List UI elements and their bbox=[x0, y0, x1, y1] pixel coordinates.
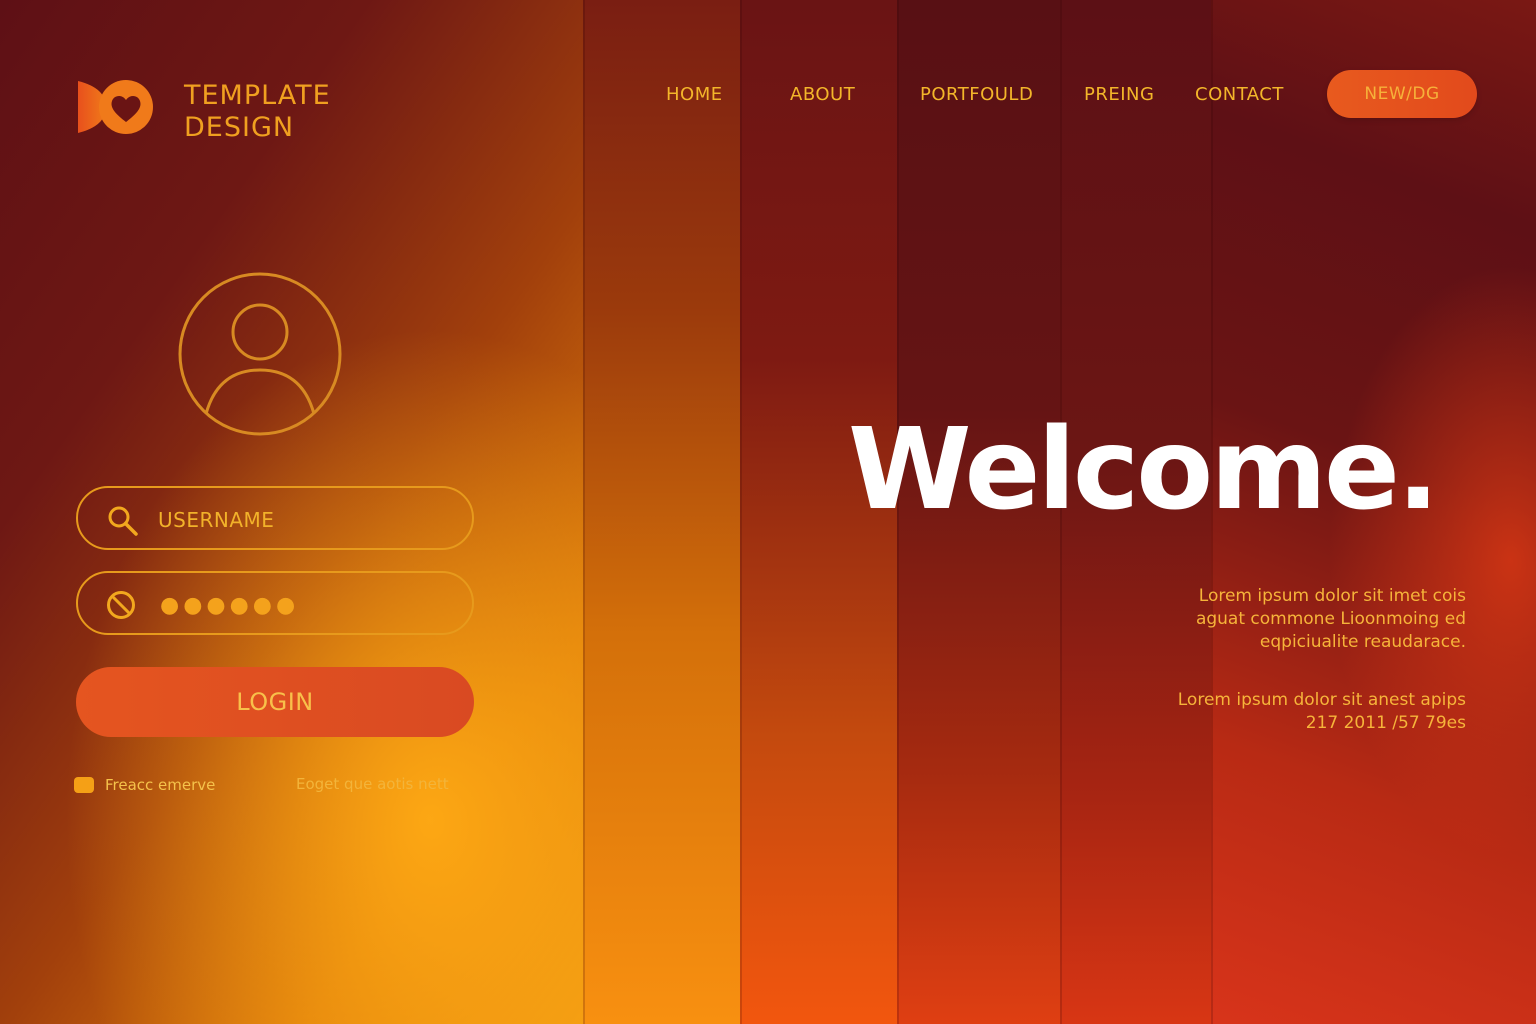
remember-label: Freacc emerve bbox=[105, 776, 216, 794]
nav-item-portfolio[interactable]: PORTFOULD bbox=[920, 84, 1033, 105]
hero-paragraph-line: aguat commone Lioonmoing ed bbox=[1195, 609, 1466, 629]
hero-title: Welcome. bbox=[848, 405, 1439, 535]
brand-name-line1: TEMPLATE bbox=[184, 80, 331, 111]
brand-name-line2: DESIGN bbox=[184, 112, 295, 143]
hero-paragraph-line: 217 2011 /57 79es bbox=[1305, 713, 1466, 733]
bg-stripe-1 bbox=[583, 0, 741, 1024]
hero-paragraph-1: Lorem ipsum dolor sit imet cois aguat co… bbox=[1136, 585, 1466, 654]
user-avatar-icon bbox=[178, 272, 342, 436]
remember-checkbox[interactable] bbox=[74, 777, 94, 793]
heart-logo-icon[interactable] bbox=[76, 78, 156, 136]
remember-me-toggle[interactable]: Freacc emerve bbox=[74, 776, 215, 794]
stripe-divider bbox=[740, 0, 742, 1024]
hero-paragraph-2: Lorem ipsum dolor sit anest apips 217 20… bbox=[1136, 689, 1466, 735]
search-icon bbox=[104, 502, 140, 538]
login-button[interactable]: LOGIN bbox=[76, 667, 474, 737]
nav-item-contact[interactable]: CONTACT bbox=[1195, 84, 1284, 105]
lock-icon bbox=[104, 587, 140, 623]
hero-paragraph-line: Lorem ipsum dolor sit imet cois bbox=[1198, 586, 1466, 606]
hero-paragraph-line: eqpiciualite reaudarace. bbox=[1259, 632, 1466, 652]
nav-item-about[interactable]: ABOUT bbox=[790, 84, 855, 105]
password-field[interactable]: ●●●●●● bbox=[76, 571, 474, 635]
nav-cta-button[interactable]: NEW/DG bbox=[1327, 70, 1477, 118]
username-input[interactable] bbox=[158, 500, 448, 540]
nav-item-home[interactable]: HOME bbox=[666, 84, 723, 105]
nav-item-pricing[interactable]: PREING bbox=[1084, 84, 1154, 105]
hero-paragraph-line: Lorem ipsum dolor sit anest apips bbox=[1177, 690, 1466, 710]
stripe-divider bbox=[583, 0, 585, 1024]
forgot-password-link[interactable]: Eoget que aotis nett bbox=[296, 775, 449, 793]
username-field[interactable] bbox=[76, 486, 474, 550]
password-input[interactable]: ●●●●●● bbox=[160, 593, 299, 618]
